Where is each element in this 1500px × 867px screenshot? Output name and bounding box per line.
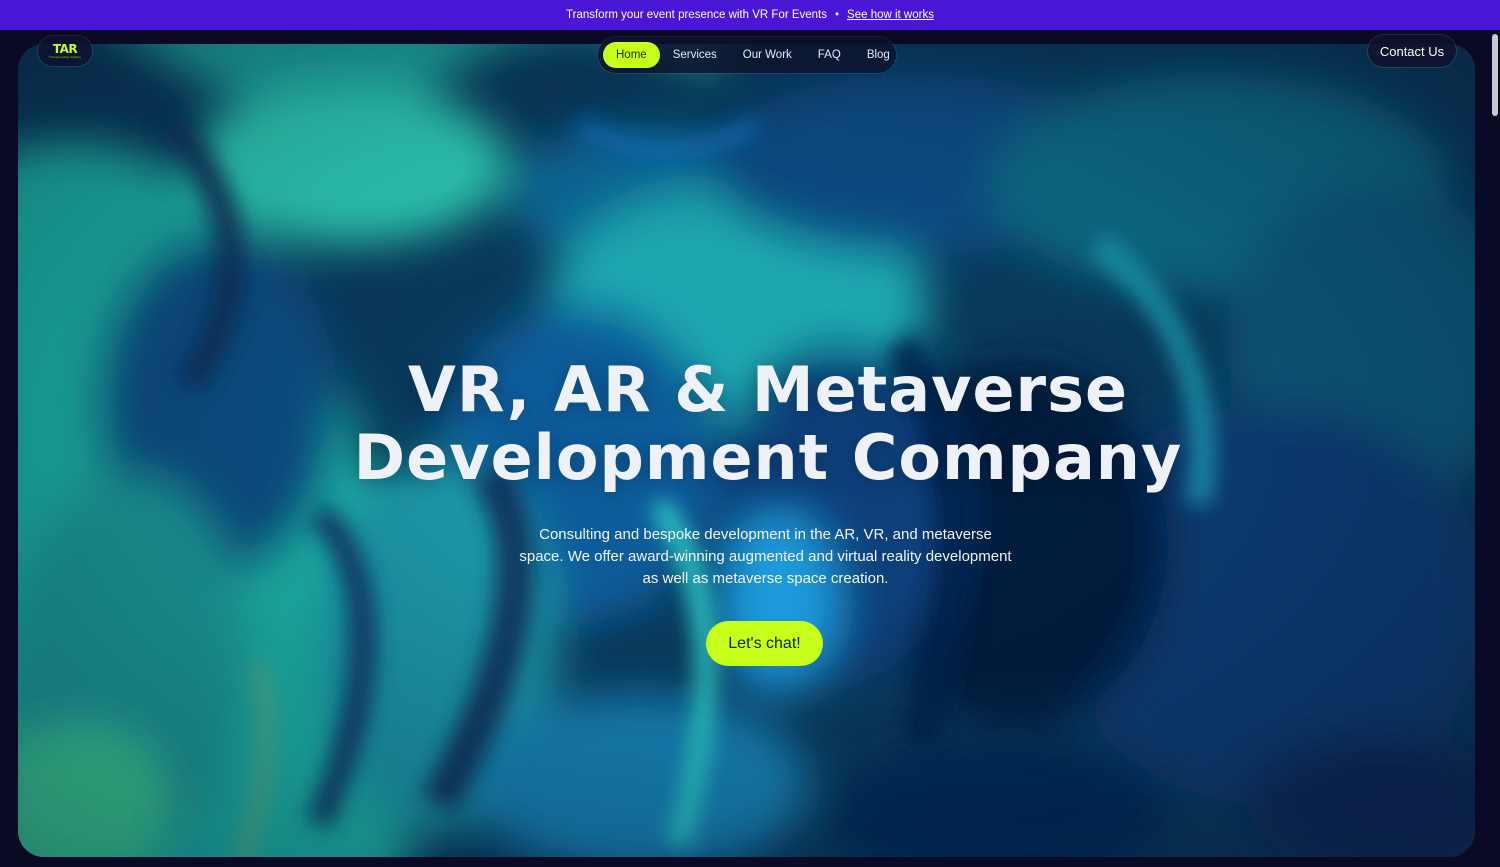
announcement-bar: Transform your event presence with VR Fo…: [0, 0, 1500, 30]
nav-item-services[interactable]: Services: [660, 42, 730, 68]
logo-tagline: Transcending Reality: [48, 55, 82, 59]
announcement-text: Transform your event presence with VR Fo…: [566, 9, 827, 21]
brand-logo[interactable]: TAR Transcending Reality: [38, 36, 92, 66]
scrollbar-thumb[interactable]: [1492, 34, 1498, 116]
nav-item-our-work[interactable]: Our Work: [730, 42, 805, 68]
hero-headline: VR, AR & Metaverse Development Company: [268, 356, 1268, 492]
nav-item-blog[interactable]: Blog: [854, 42, 903, 68]
announcement-separator: •: [835, 9, 840, 21]
main-nav: Home Services Our Work FAQ Blog: [598, 37, 896, 73]
nav-item-home[interactable]: Home: [603, 42, 660, 68]
page-scrollbar[interactable]: [1490, 30, 1500, 867]
hero-subtitle: Consulting and bespoke development in th…: [519, 526, 1012, 587]
hero-headline-line-1: VR, AR & Metaverse: [407, 353, 1129, 426]
hero-headline-line-2: Development Company: [353, 421, 1183, 494]
hero-section: VR, AR & Metaverse Development Company C…: [18, 44, 1475, 857]
nav-item-faq[interactable]: FAQ: [805, 42, 854, 68]
see-how-it-works-link[interactable]: See how it works: [847, 9, 934, 21]
lets-chat-button[interactable]: Let's chat!: [706, 621, 823, 666]
logo-mark: TAR: [52, 42, 78, 56]
contact-us-button[interactable]: Contact Us: [1368, 35, 1456, 67]
